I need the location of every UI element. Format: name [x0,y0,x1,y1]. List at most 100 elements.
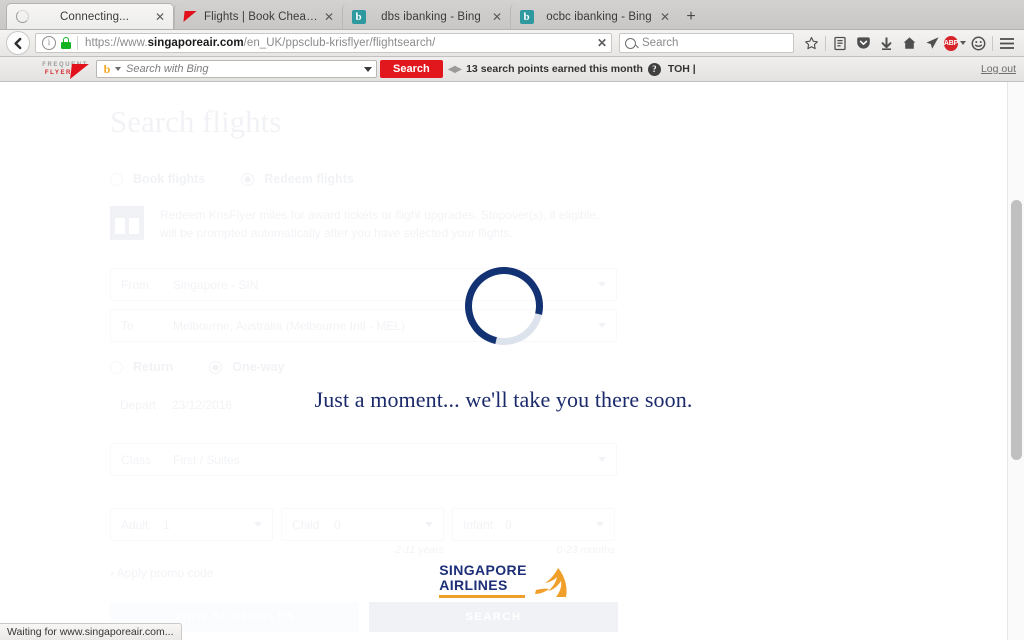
address-bar[interactable]: i https://www.singaporeair.com/en_UK/pps… [35,33,612,53]
logo-line-1: SINGAPORE [439,562,527,578]
child-label: Child [292,517,320,532]
tab-close-icon[interactable]: ✕ [658,10,672,24]
chevron-down-icon[interactable] [254,522,262,527]
logout-link[interactable]: Log out [981,63,1016,75]
page-scrollbar[interactable] [1007,82,1024,640]
search-icon [625,37,636,49]
depart-field[interactable]: Depart 23/12/2016 [110,388,617,421]
tab-close-icon[interactable]: ✕ [490,10,504,24]
to-value: Melbourne, Australia (Melbourne Intl - M… [173,318,406,333]
spinner-icon [15,9,30,24]
child-value: 0 [334,517,341,532]
class-field[interactable]: Class First / Suites [110,443,617,476]
url-suffix: /en_UK/ppsclub-krisflyer/flightsearch/ [243,37,436,49]
page-title: Search flights [110,104,282,139]
infant-value: 0 [505,517,512,532]
browser-window: Connecting... ✕ Flights | Book Cheap Fli… [0,0,1024,640]
url-text: https://www.singaporeair.com/en_UK/ppscl… [85,37,435,49]
child-field[interactable]: Child 0 [281,508,444,541]
from-label: From [121,277,149,292]
radio-book-flights[interactable] [110,172,123,186]
tab-title: ocbc ibanking - Bing [546,10,652,23]
logo-line-2: AIRLINES [439,577,508,593]
site-info-icon[interactable]: i [42,36,56,50]
tab-connecting[interactable]: Connecting... ✕ [6,3,174,29]
chevron-down-icon[interactable] [598,282,606,287]
lock-icon [61,37,71,49]
adult-field[interactable]: Adult 1 [110,508,273,541]
singapore-airlines-logo: SINGAPORE AIRLINES [439,563,568,598]
qantas-kangaroo-icon [70,64,89,79]
chevron-down-icon[interactable] [596,522,604,527]
radio-redeem-flights[interactable] [241,172,255,186]
status-text: Waiting for www.singaporeair.com... [7,626,174,638]
url-prefix: https://www. [85,37,148,49]
bing-search-placeholder: Search with Bing [126,63,209,75]
child-hint: 2-11 years [395,544,444,556]
chevron-down-icon[interactable] [425,522,433,527]
radio-one-way[interactable] [209,360,223,374]
browser-search-input[interactable]: Search [619,33,794,53]
flight-search-form: Search flights Book flights Redeem fligh… [0,82,1007,632]
toolbar-grip: ◀▶ [447,63,462,75]
infant-hint: 0-23 months [556,544,615,556]
hamburger-menu-icon[interactable] [996,32,1018,54]
class-label: Class [121,452,152,467]
send-tab-icon[interactable] [921,32,943,54]
bing-search-input[interactable]: b Search with Bing [96,60,377,78]
tab-dbs-ibanking[interactable]: b dbs ibanking - Bing ✕ [342,4,510,29]
redeem-notice-text: Redeem KrisFlyer miles for award tickets… [160,208,600,240]
gift-icon [110,206,144,240]
status-bar: Waiting for www.singaporeair.com... [0,623,182,640]
frequent-flyer-logo[interactable]: FREQUENT FLYER [8,62,89,79]
bing-icon: b [103,62,111,76]
search-placeholder: Search [642,37,679,49]
spinner-arc [449,252,558,360]
bing-icon: b [351,9,366,24]
chevron-down-icon[interactable] [115,67,121,71]
smiley-feedback-icon[interactable] [967,32,989,54]
tab-redeem-flights-label: Redeem flights [264,172,354,186]
dropdown-arrow-icon[interactable] [364,66,372,72]
tab-close-icon[interactable]: ✕ [153,10,167,24]
booking-mode-tabs: Book flights Redeem flights [110,172,1007,186]
bing-icon: b [519,9,534,24]
radio-return[interactable] [110,360,123,374]
qantas-icon [183,9,198,24]
pocket-icon[interactable] [852,32,874,54]
qantas-frequent-flyer-toolbar: FREQUENT FLYER b Search with Bing Search… [0,57,1024,82]
to-field[interactable]: To Melbourne, Australia (Melbourne Intl … [110,309,617,342]
from-field[interactable]: From Singapore - SIN [110,268,617,301]
tab-flights-qantas[interactable]: Flights | Book Cheap Flight... ✕ [174,4,342,29]
clear-url-icon[interactable]: ✕ [589,36,607,50]
scrollbar-thumb[interactable] [1011,200,1022,460]
tab-book-flights-label: Book flights [133,172,206,186]
help-icon[interactable]: ? [647,62,661,76]
bing-search-button[interactable]: Search [380,60,443,78]
infant-field[interactable]: Infant 0 [452,508,615,541]
chevron-down-icon[interactable] [598,323,606,328]
adblock-badge: ABP [943,35,958,51]
bookmark-star-icon[interactable] [800,32,822,54]
reader-library-icon[interactable] [829,32,851,54]
search-flights-button[interactable]: SEARCH [369,602,618,632]
adblock-plus-icon[interactable]: ABP [943,32,967,54]
passenger-hints: 2-11 years 0-23 months [110,544,1007,556]
radio-return-label: Return [133,360,174,374]
back-button[interactable] [6,31,30,55]
navigation-toolbar: i https://www.singaporeair.com/en_UK/pps… [0,30,1024,57]
new-tab-button[interactable]: + [678,4,704,29]
downloads-icon[interactable] [875,32,897,54]
apply-promo-code-link[interactable]: Apply promo code [110,566,1007,580]
depart-label: Depart [120,397,157,412]
tab-ocbc-ibanking[interactable]: b ocbc ibanking - Bing ✕ [510,4,678,29]
radio-one-way-label: One-way [232,360,285,374]
home-icon[interactable] [898,32,920,54]
url-divider [77,36,78,50]
tab-close-icon[interactable]: ✕ [322,10,336,24]
chevron-down-icon[interactable] [598,457,606,462]
singapore-airlines-flight-search-page: Search flights Book flights Redeem fligh… [0,82,1007,640]
logo-line-2: FLYER [44,70,72,76]
depart-value: 23/12/2016 [172,397,233,412]
to-label: To [121,318,134,333]
